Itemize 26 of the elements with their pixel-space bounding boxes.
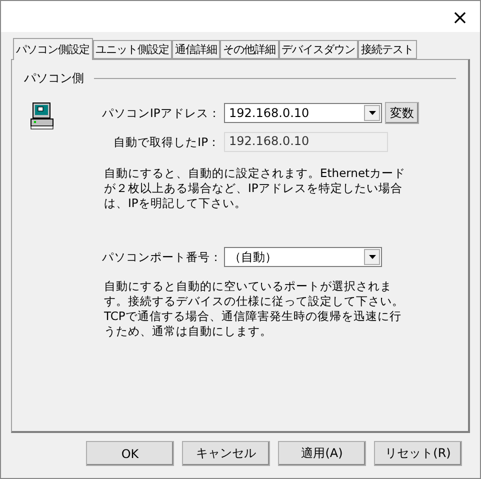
field-label: パソコンIPアドレス： — [102, 106, 222, 120]
tab[interactable]: デバイスダウン — [278, 40, 358, 59]
dialog-button[interactable]: OK — [86, 441, 174, 466]
ip-note: 自動にすると、自動的に設定されます。Ethernetカードが２枚以上ある場合など、IPアドレスを特定したい場合は、IPを明記して下さい。 — [104, 166, 407, 211]
field-label: 自動で取得したIP： — [112, 134, 221, 150]
dialog-button[interactable]: 適用(A) — [278, 441, 366, 466]
dialog-button[interactable]: リセット(R) — [374, 441, 462, 466]
computer-icon — [30, 102, 54, 130]
dropdown-button[interactable] — [364, 105, 380, 121]
tab[interactable]: ユニット側設定 — [92, 40, 172, 59]
field-label: パソコンポート番号： — [102, 250, 223, 264]
caret-icon — [368, 111, 376, 115]
group-title: パソコン側 — [24, 70, 84, 86]
dialog-button[interactable]: キャンセル — [182, 441, 270, 466]
port-note: 自動にすると自動的に空いているポートが選択されます。接続するデバイスの仕様に従って設定して下さい。TCPで通信する場合、通信障害発生時の復帰を迅速に行うため、通常は自動にします。 — [104, 279, 405, 339]
port-combo[interactable]: （自動） — [224, 247, 382, 267]
ip-address-combo[interactable]: 192.168.0.10 — [224, 103, 382, 123]
tab[interactable]: その他詳細 — [220, 40, 278, 59]
tab[interactable]: パソコン側設定 — [13, 38, 92, 60]
caret-icon — [368, 255, 376, 259]
tab[interactable]: 通信詳細 — [172, 40, 220, 59]
tab[interactable]: 接続テスト — [358, 40, 416, 59]
close-button[interactable]: × — [440, 1, 480, 32]
dropdown-button[interactable] — [364, 249, 380, 265]
auto-ip-field: 192.168.0.10 — [224, 132, 388, 152]
variable-button[interactable]: 変数 — [385, 102, 419, 124]
